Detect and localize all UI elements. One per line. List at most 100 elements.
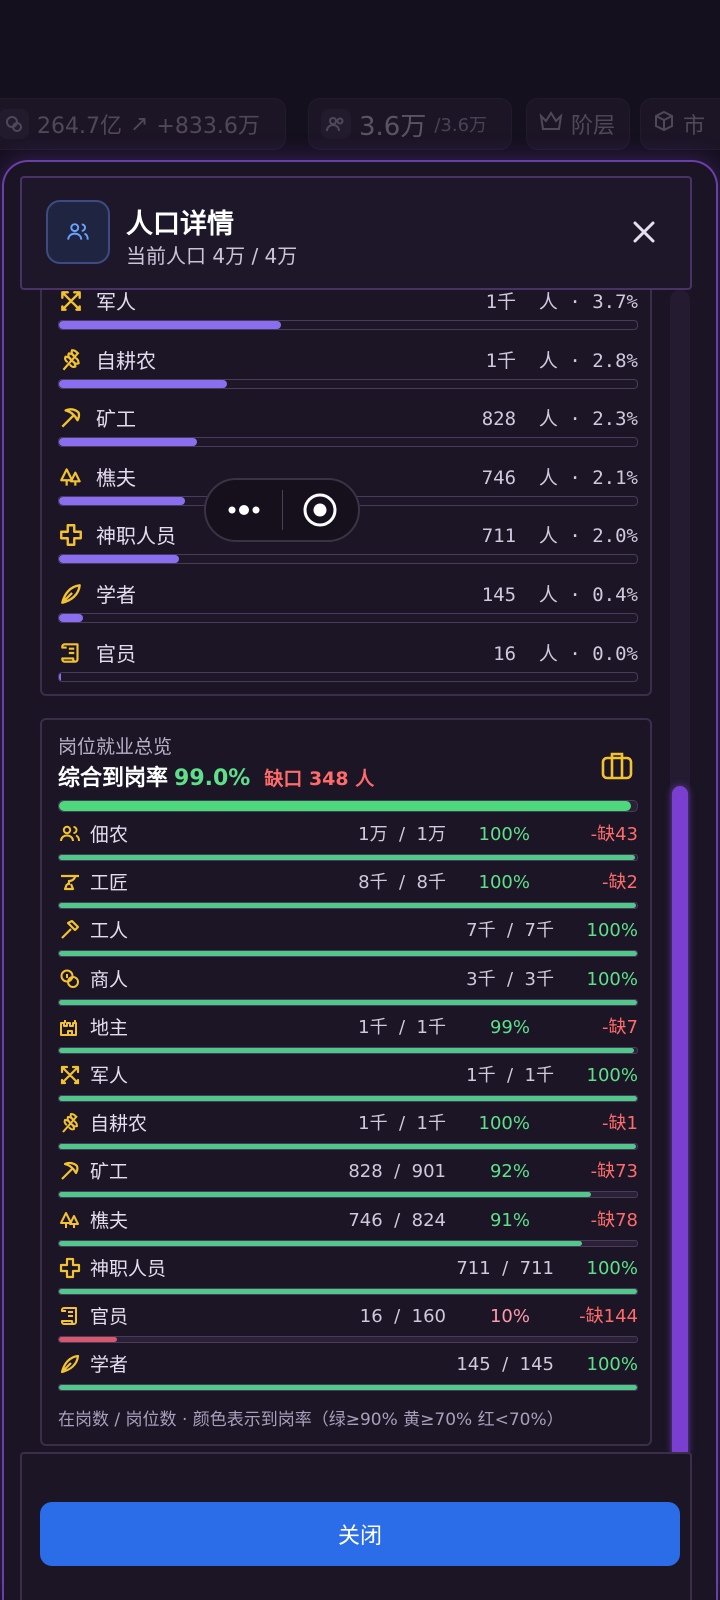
job-shortage: -缺144 xyxy=(579,1306,638,1327)
population-name: 军人 xyxy=(96,290,136,314)
job-name: 工匠 xyxy=(90,872,129,895)
close-button[interactable]: 关闭 xyxy=(40,1502,680,1566)
trend-icon: ↗ xyxy=(129,111,149,137)
job-row: 神职人员 711 / 711 100% xyxy=(58,1256,638,1304)
job-counts: 3千 / 3千 xyxy=(466,968,554,990)
population-row: 官员 16 人 · 0.0% xyxy=(58,640,638,698)
job-row: 官员 16 / 160 10% -缺144 xyxy=(58,1304,638,1352)
overall-rate: 综合到岗率 99.0% 缺口 348 人 xyxy=(58,760,374,792)
strata-button[interactable]: 阶层 xyxy=(526,98,630,150)
job-rate-bar xyxy=(58,902,638,910)
job-rate-bar xyxy=(58,1095,638,1102)
job-rate: 100% xyxy=(586,968,638,990)
job-rate: 10% xyxy=(489,1306,530,1327)
population-value: 1千 人 · 2.8% xyxy=(485,349,638,372)
job-rate-bar xyxy=(58,1336,638,1343)
job-row: 工人 7千 / 7千 100% xyxy=(58,918,638,966)
job-counts: 16 / 160 xyxy=(359,1306,446,1327)
scroll-icon xyxy=(58,1304,82,1328)
job-counts: 8千 / 8千 xyxy=(358,872,446,894)
job-name: 官员 xyxy=(90,1306,129,1328)
job-row: 矿工 828 / 901 92% -缺73 xyxy=(58,1159,638,1207)
target-icon[interactable] xyxy=(283,480,359,540)
population-row: 学者 145 人 · 0.4% xyxy=(58,581,638,639)
job-shortage: -缺2 xyxy=(602,872,638,894)
overall-rate-fill xyxy=(59,801,632,811)
box-icon xyxy=(653,110,675,138)
modal-title: 人口详情 xyxy=(126,209,234,240)
population-share-fill xyxy=(59,321,282,329)
job-rate: 92% xyxy=(489,1161,530,1183)
job-counts: 1千 / 1千 xyxy=(358,1016,446,1038)
wheat-icon xyxy=(58,347,86,375)
job-name: 樵夫 xyxy=(90,1209,129,1232)
job-rate-fill xyxy=(59,1192,591,1198)
population-cap: /3.6万 xyxy=(434,115,488,136)
strata-label: 阶层 xyxy=(571,114,616,139)
anvil-icon xyxy=(58,870,82,894)
job-shortage: -缺73 xyxy=(590,1161,638,1183)
job-shortage: -缺78 xyxy=(590,1209,638,1231)
population-share-bar xyxy=(58,554,638,565)
job-rate: 100% xyxy=(586,1065,638,1086)
job-rate-bar xyxy=(58,998,638,1006)
job-rate-fill xyxy=(59,1385,637,1391)
job-rate-fill xyxy=(59,1096,637,1101)
trees-icon xyxy=(58,464,86,492)
pickaxe-icon xyxy=(58,1159,82,1183)
job-rate-fill xyxy=(59,999,637,1005)
gold-delta: +833.6万 xyxy=(156,114,260,139)
job-rate: 100% xyxy=(478,824,530,845)
jobs-footnote: 在岗数 / 岗位数 · 颜色表示到岗率（绿≥90% 黄≥70% 红<70%） xyxy=(58,1410,564,1430)
more-icon[interactable] xyxy=(206,480,282,540)
population-name: 矿工 xyxy=(96,407,136,432)
job-rate-bar xyxy=(58,1046,638,1054)
job-rate-bar xyxy=(58,1384,638,1392)
jobs-title: 岗位就业总览 xyxy=(58,736,173,758)
people-icon xyxy=(321,109,351,139)
population-value: 3.6万 xyxy=(359,111,427,142)
quill-icon xyxy=(58,581,86,609)
population-chip[interactable]: 3.6万 /3.6万 xyxy=(308,98,512,150)
population-share-bar xyxy=(58,613,638,623)
job-row: 学者 145 / 145 100% xyxy=(58,1352,638,1400)
job-counts: 7千 / 7千 xyxy=(466,920,554,942)
job-rate-bar xyxy=(58,950,638,958)
job-name: 商人 xyxy=(90,968,129,991)
cross-icon xyxy=(58,522,86,550)
population-name: 自耕农 xyxy=(96,348,156,373)
population-share-bar xyxy=(58,378,638,389)
job-counts: 145 / 145 xyxy=(456,1354,554,1376)
job-name: 神职人员 xyxy=(90,1257,167,1280)
job-row: 地主 1千 / 1千 99% -缺7 xyxy=(58,1015,638,1063)
job-rate: 100% xyxy=(586,1257,638,1279)
population-share-fill xyxy=(59,438,198,447)
gold-value: 264.7亿 xyxy=(37,114,122,139)
population-row: 矿工 828 人 · 2.3% xyxy=(58,405,638,463)
castle-icon xyxy=(58,1015,82,1039)
job-row: 樵夫 746 / 824 91% -缺78 xyxy=(58,1208,638,1256)
crossed-swords-icon xyxy=(58,288,86,316)
job-counts: 746 / 824 xyxy=(348,1209,446,1231)
job-name: 学者 xyxy=(90,1354,129,1377)
close-icon[interactable] xyxy=(628,216,660,248)
job-name: 地主 xyxy=(90,1016,129,1039)
job-rate-fill xyxy=(59,1240,583,1246)
scrollbar-thumb[interactable] xyxy=(672,786,688,1458)
population-row: 自耕农 1千 人 · 2.8% xyxy=(58,347,638,405)
job-rate-bar xyxy=(58,1143,638,1151)
rate-label: 综合到岗率 xyxy=(58,766,169,791)
population-value: 828 人 · 2.3% xyxy=(481,408,638,431)
people-icon xyxy=(58,822,82,846)
briefcase-icon[interactable] xyxy=(600,748,634,782)
job-rate-fill xyxy=(59,1144,637,1150)
gold-chip[interactable]: 264.7亿 ↗ +833.6万 xyxy=(0,98,286,150)
job-rate: 100% xyxy=(478,1113,530,1135)
market-button[interactable]: 市 xyxy=(640,98,720,150)
hammer-icon xyxy=(58,918,82,942)
population-value: 746 人 · 2.1% xyxy=(481,466,638,489)
job-counts: 1万 / 1万 xyxy=(358,824,446,845)
population-row: 军人 1千 人 · 3.7% xyxy=(58,288,638,346)
job-name: 军人 xyxy=(90,1065,129,1087)
job-row: 工匠 8千 / 8千 100% -缺2 xyxy=(58,870,638,918)
